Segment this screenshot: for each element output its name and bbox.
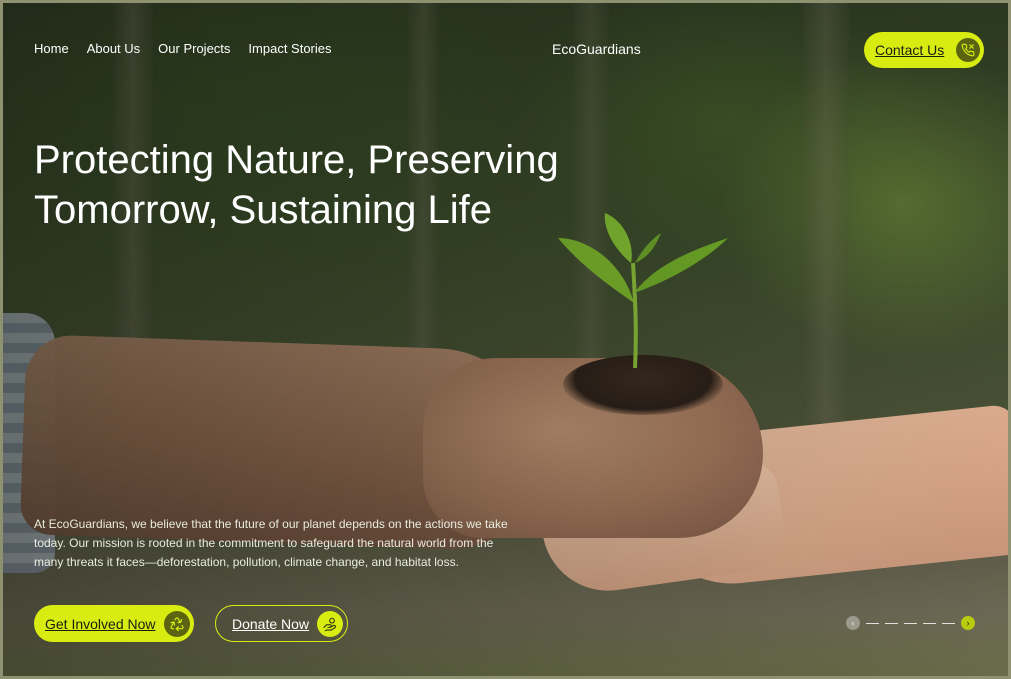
hero-slider-indicator: ‹ ›	[846, 616, 975, 630]
hero-headline: Protecting Nature, Preserving Tomorrow, …	[34, 135, 594, 235]
phone-icon	[956, 38, 980, 62]
contact-us-button[interactable]: Contact Us	[864, 32, 984, 68]
slide-indicator-dash[interactable]	[885, 622, 898, 624]
slide-indicator-dash[interactable]	[866, 622, 879, 624]
hero-background-image	[3, 3, 1008, 676]
hero-description-line-2: today. Our mission is rooted in the comm…	[34, 536, 494, 550]
hero-headline-line-2: Tomorrow, Sustaining Life	[34, 188, 493, 232]
nav-projects-link[interactable]: Our Projects	[158, 41, 230, 56]
main-nav: Home About Us Our Projects Impact Storie…	[34, 41, 332, 56]
recycle-icon	[164, 610, 190, 637]
brand-logo[interactable]: EcoGuardians	[552, 41, 641, 57]
hero-description-line-1: At EcoGuardians, we believe that the fut…	[34, 517, 508, 531]
hero-description: At EcoGuardians, we believe that the fut…	[34, 515, 554, 572]
nav-about-link[interactable]: About Us	[87, 41, 140, 56]
contact-us-label: Contact Us	[875, 42, 945, 58]
hero-headline-line-1: Protecting Nature, Preserving	[34, 138, 559, 182]
slide-indicator-dash[interactable]	[904, 622, 917, 624]
get-involved-button[interactable]: Get Involved Now	[34, 605, 194, 642]
page-frame: Home About Us Our Projects Impact Storie…	[0, 0, 1011, 679]
nav-impact-stories-link[interactable]: Impact Stories	[248, 41, 331, 56]
donate-now-label: Donate Now	[232, 615, 310, 632]
chevron-left-icon[interactable]: ‹	[846, 616, 860, 630]
nav-home-link[interactable]: Home	[34, 41, 69, 56]
slide-indicator-dash[interactable]	[942, 622, 955, 624]
chevron-right-icon[interactable]: ›	[961, 616, 975, 630]
hand-coin-icon	[317, 610, 343, 637]
slide-indicator-dash[interactable]	[923, 622, 936, 624]
dark-overlay	[3, 3, 1008, 676]
donate-now-button[interactable]: Donate Now	[215, 605, 348, 642]
get-involved-label: Get Involved Now	[45, 615, 156, 632]
hero-description-line-3: many threats it faces—deforestation, pol…	[34, 555, 459, 569]
